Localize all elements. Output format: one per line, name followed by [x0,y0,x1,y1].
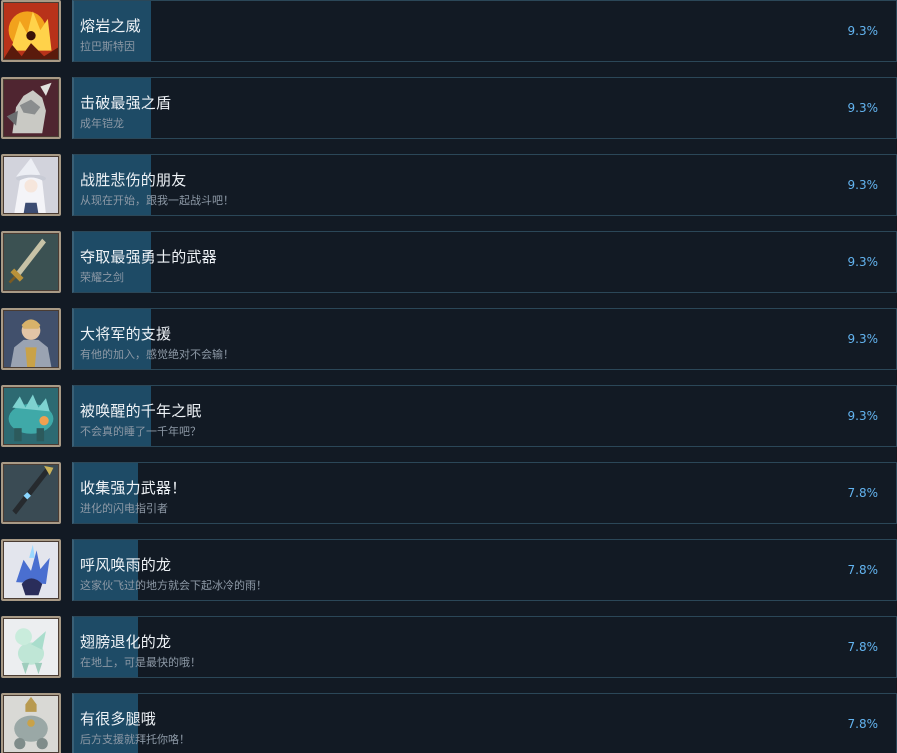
achievement-title: 熔岩之威 [80,17,141,35]
achievement-card: 呼风唤雨的龙这家伙飞过的地方就会下起冰冷的雨！ 7.8% [72,539,897,601]
achievement-description: 进化的闪电指引者 [80,502,168,515]
achievement-card: 收集强力武器！ 进化的闪电指引者 7.8% [72,462,897,524]
multi-leg-creature-icon [1,693,61,753]
unlock-percentage: 9.3% [847,332,879,346]
unlock-percentage: 9.3% [847,101,879,115]
achievement-description: 有他的加入，感觉绝对不会输！ [80,348,234,361]
achievement-row: 战胜悲伤的朋友从现在开始，跟我一起战斗吧！ 9.3% [0,154,897,231]
achievement-list: 熔岩之威 拉巴斯特因 9.3% 击破最强之盾 成年铠龙 9.3% 战胜悲伤的朋友 从现在开始，… [0,0,897,753]
unlock-percentage: 7.8% [847,563,879,577]
achievement-card: 大将军的支援有他的加入，感觉绝对不会输！ 9.3% [72,308,897,370]
achievement-title: 收集强力武器！ [80,479,187,497]
ice-dragon-icon [1,539,61,601]
achievement-description: 后方支援就拜托你咯！ [80,733,190,746]
achievement-row: 被唤醒的千年之眠不会真的睡了一千年吧？ 9.3% [0,385,897,462]
unlock-percentage: 7.8% [847,717,879,731]
mint-dragon-icon [1,616,61,678]
golden-sword-icon [1,231,61,293]
achievement-card: 战胜悲伤的朋友从现在开始，跟我一起战斗吧！ 9.3% [72,154,897,216]
achievement-title: 大将军的支援 [80,325,172,343]
achievement-title: 击破最强之盾 [80,94,172,112]
achievement-description: 在地上，可是最快的哦！ [80,656,201,669]
achievement-title: 战胜悲伤的朋友 [80,171,187,189]
unlock-percentage: 7.8% [847,640,879,654]
achievement-card: 熔岩之威拉巴斯特因 9.3% [72,0,897,62]
achievement-row: 击破最强之盾成年铠龙 9.3% [0,77,897,154]
achievement-row: 大将军的支援有他的加入，感觉绝对不会输！ 9.3% [0,308,897,385]
unlock-percentage: 9.3% [847,178,879,192]
achievement-title: 夺取最强勇士的武器 [80,248,217,266]
achievement-description: 不会真的睡了一千年吧？ [80,425,201,438]
achievement-row: 熔岩之威拉巴斯特因 9.3% [0,0,897,77]
achievement-description: 荣耀之剑 [80,271,124,284]
unlock-percentage: 9.3% [847,409,879,423]
achievement-row: 收集强力武器！ 进化的闪电指引者 7.8% [0,462,897,539]
teal-beast-icon [1,385,61,447]
achievement-card: 有很多腿哦后方支援就拜托你咯！ 7.8% [72,693,897,753]
achievement-card: 击破最强之盾成年铠龙 9.3% [72,77,897,139]
general-knight-icon [1,308,61,370]
achievement-description: 成年铠龙 [80,117,124,130]
achievement-row: 有很多腿哦后方支援就拜托你咯！ 7.8% [0,693,897,753]
achievement-row: 翅膀退化的龙在地上，可是最快的哦！ 7.8% [0,616,897,693]
achievement-description: 从现在开始，跟我一起战斗吧！ [80,194,234,207]
achievement-card: 夺取最强勇士的武器荣耀之剑 9.3% [72,231,897,293]
unlock-percentage: 9.3% [847,255,879,269]
fire-demon-icon [1,0,61,62]
unlock-percentage: 9.3% [847,24,879,38]
achievement-title: 有很多腿哦 [80,710,157,728]
lightning-spear-icon [1,462,61,524]
achievement-row: 呼风唤雨的龙这家伙飞过的地方就会下起冰冷的雨！ 7.8% [0,539,897,616]
achievement-title: 翅膀退化的龙 [80,633,172,651]
white-witch-icon [1,154,61,216]
achievement-card: 被唤醒的千年之眠不会真的睡了一千年吧？ 9.3% [72,385,897,447]
achievement-title: 呼风唤雨的龙 [80,556,172,574]
achievement-row: 夺取最强勇士的武器荣耀之剑 9.3% [0,231,897,308]
unlock-percentage: 7.8% [847,486,879,500]
armored-dragon-icon [1,77,61,139]
achievement-card: 翅膀退化的龙在地上，可是最快的哦！ 7.8% [72,616,897,678]
achievement-description: 拉巴斯特因 [80,40,135,53]
achievement-title: 被唤醒的千年之眠 [80,402,202,420]
achievement-description: 这家伙飞过的地方就会下起冰冷的雨！ [80,579,267,592]
